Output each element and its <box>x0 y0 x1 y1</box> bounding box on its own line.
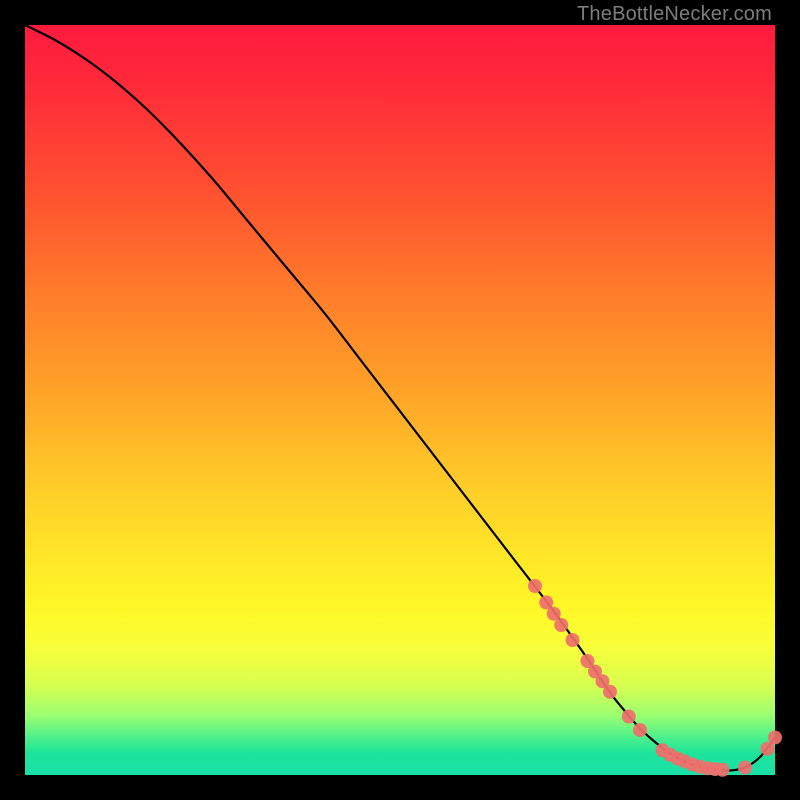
plot-area <box>25 25 775 775</box>
bottleneck-curve <box>25 25 775 771</box>
data-marker <box>603 685 617 699</box>
data-marker <box>528 579 542 593</box>
data-marker <box>768 731 782 745</box>
chart-frame: TheBottleNecker.com <box>0 0 800 800</box>
data-marker <box>554 618 568 632</box>
data-marker <box>716 763 730 777</box>
data-marker <box>633 723 647 737</box>
data-marker <box>738 761 752 775</box>
data-markers <box>528 579 782 777</box>
chart-svg <box>25 25 775 775</box>
watermark-text: TheBottleNecker.com <box>577 3 772 26</box>
data-marker <box>566 633 580 647</box>
data-marker <box>622 710 636 724</box>
